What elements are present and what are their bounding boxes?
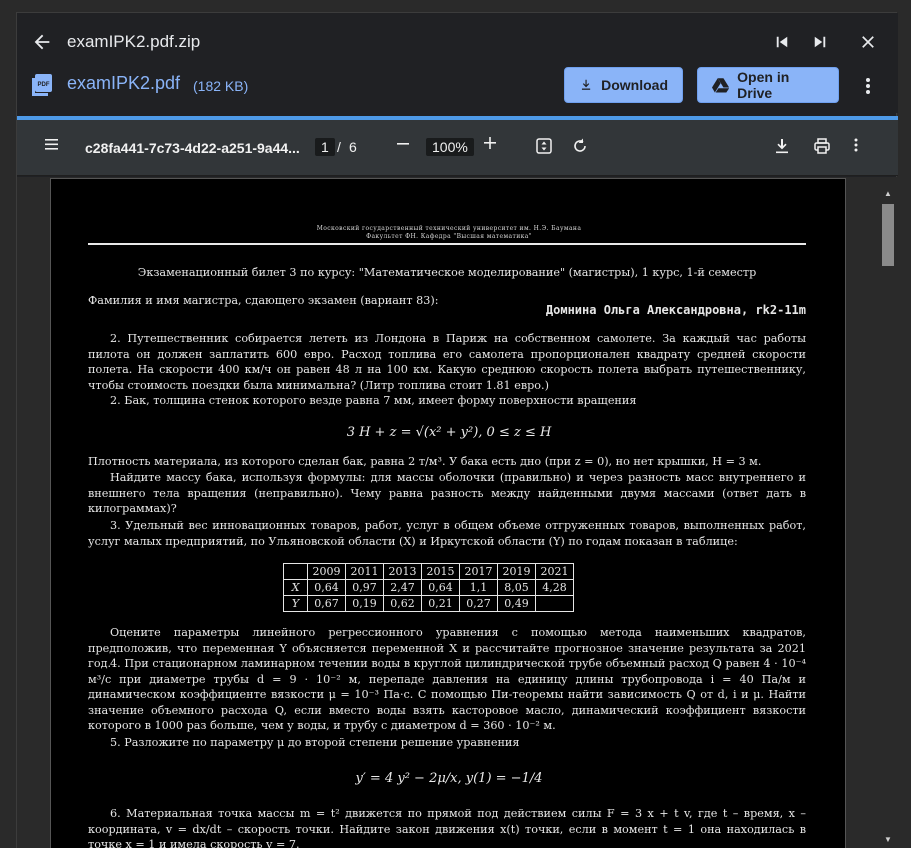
zip-file-name: examIPK2.pdf.zip	[67, 32, 201, 51]
table-cell: 0,97	[345, 579, 384, 596]
vertical-scrollbar[interactable]: ▲ ▼	[881, 187, 895, 847]
pdf-viewport[interactable]: Московский государственный технический у…	[17, 177, 898, 848]
table-cell: 2015	[421, 563, 460, 580]
problem-6: 6. Материальная точка массы m = t² движе…	[88, 807, 806, 848]
page-number-input[interactable]: 1	[315, 138, 335, 156]
table-cell: 0,67	[307, 595, 346, 612]
table-cell: Y	[283, 595, 308, 612]
pdf-file-name: examIPK2.pdf	[67, 73, 181, 93]
open-in-drive-button[interactable]: Open in Drive	[697, 67, 839, 103]
table-row: X 0,64 0,97 2,47 0,64 1,1 8,05 4,28	[283, 579, 574, 596]
table-cell: 0,21	[421, 595, 460, 612]
problem-2c: Плотность материала, из которого сделан …	[88, 455, 762, 468]
table-cell: 2013	[383, 563, 422, 580]
download-button[interactable]: Download	[564, 67, 683, 103]
previous-file-icon[interactable]	[769, 29, 795, 55]
table-cell: 2019	[497, 563, 536, 580]
table-row: 2009 2011 2013 2015 2017 2019 2021	[283, 563, 574, 580]
scroll-up-icon[interactable]: ▲	[884, 189, 892, 198]
table-cell	[283, 563, 308, 580]
scroll-down-icon[interactable]: ▼	[884, 835, 892, 844]
problem-2b: 2. Бак, толщина стенок которого везде ра…	[110, 394, 637, 407]
table-cell: 0,64	[421, 579, 460, 596]
document-title: c28fa441-7c73-4d22-a251-9a44...	[85, 140, 300, 156]
table-cell: 4,28	[535, 579, 574, 596]
student-name: Домнина Ольга Александровна, rk2-11m	[545, 303, 806, 317]
download-label: Download	[601, 77, 668, 93]
next-file-icon[interactable]	[807, 29, 833, 55]
table-cell: 0,62	[383, 595, 422, 612]
zoom-level-input[interactable]: 100%	[426, 138, 474, 156]
rotate-icon[interactable]	[571, 137, 589, 158]
data-table: 2009 2011 2013 2015 2017 2019 2021 X 0,6…	[283, 563, 574, 612]
back-arrow-icon[interactable]	[29, 29, 55, 55]
table-cell: 2009	[307, 563, 346, 580]
toolbar-download-icon[interactable]	[773, 137, 791, 158]
svg-text:PDF: PDF	[38, 82, 50, 88]
scrollbar-thumb[interactable]	[882, 204, 894, 266]
download-icon	[581, 79, 591, 90]
ticket-title: Экзаменационный билет 3 по курсу: "Матем…	[137, 266, 757, 279]
table-cell: 0,19	[345, 595, 384, 612]
problem-2a: 2. Путешественник собирается лететь из Л…	[88, 332, 806, 392]
table-cell: 0,64	[307, 579, 346, 596]
open-in-drive-label: Open in Drive	[737, 69, 790, 101]
university-header: Московский государственный технический у…	[316, 225, 582, 232]
file-size: (182 KB)	[193, 78, 249, 94]
page-total: 6	[349, 139, 357, 155]
table-cell: 1,1	[459, 579, 498, 596]
table-row: Y 0,67 0,19 0,62 0,21 0,27 0,49	[283, 595, 574, 612]
table-cell: 2,47	[383, 579, 422, 596]
table-cell: 8,05	[497, 579, 536, 596]
faculty-header: Факультет ФН. Кафедра "Высшая математика…	[366, 233, 532, 240]
page-separator: /	[337, 139, 341, 155]
header-rule	[88, 243, 806, 245]
table-cell: X	[283, 579, 308, 596]
table-cell: 2021	[535, 563, 574, 580]
file-preview-window: examIPK2.pdf.zip PDF examIPK2.pdf (182 K…	[16, 12, 898, 848]
pdf-toolbar: c28fa441-7c73-4d22-a251-9a44... 1 / 6 10…	[17, 120, 898, 176]
table-cell: 0,49	[497, 595, 536, 612]
more-options-icon[interactable]	[855, 73, 881, 99]
table-cell: 2011	[345, 563, 384, 580]
google-drive-icon	[712, 78, 730, 93]
pdf-file-icon: PDF	[31, 73, 55, 97]
formula-ode: y′ = 4 y² − 2μ/x, y(1) = −1/4	[355, 771, 543, 786]
problem-5: 5. Разложите по параметру μ до второй ст…	[110, 736, 520, 749]
problem-4: 4. При стационарном ламинарном течении в…	[88, 657, 806, 733]
formula-surface: 3 H + z = √(x² + y²), 0 ≤ z ≤ H	[346, 425, 552, 440]
print-icon[interactable]	[813, 137, 831, 158]
problem-3: 3. Удельный вес инновационных товаров, р…	[88, 519, 806, 548]
close-icon[interactable]	[855, 29, 881, 55]
toolbar-more-icon[interactable]	[853, 137, 859, 156]
table-cell: 0,27	[459, 595, 498, 612]
fit-to-page-icon[interactable]	[535, 137, 553, 158]
menu-icon[interactable]	[43, 135, 61, 156]
zoom-in-icon[interactable]	[482, 131, 498, 157]
table-cell: 2017	[459, 563, 498, 580]
preview-header: examIPK2.pdf.zip PDF examIPK2.pdf (182 K…	[17, 13, 898, 113]
problem-2d: Найдите массу бака, используя формулы: д…	[88, 471, 806, 516]
table-cell	[535, 595, 574, 612]
pdf-page: Московский государственный технический у…	[50, 178, 846, 848]
zoom-out-icon[interactable]	[395, 132, 411, 158]
